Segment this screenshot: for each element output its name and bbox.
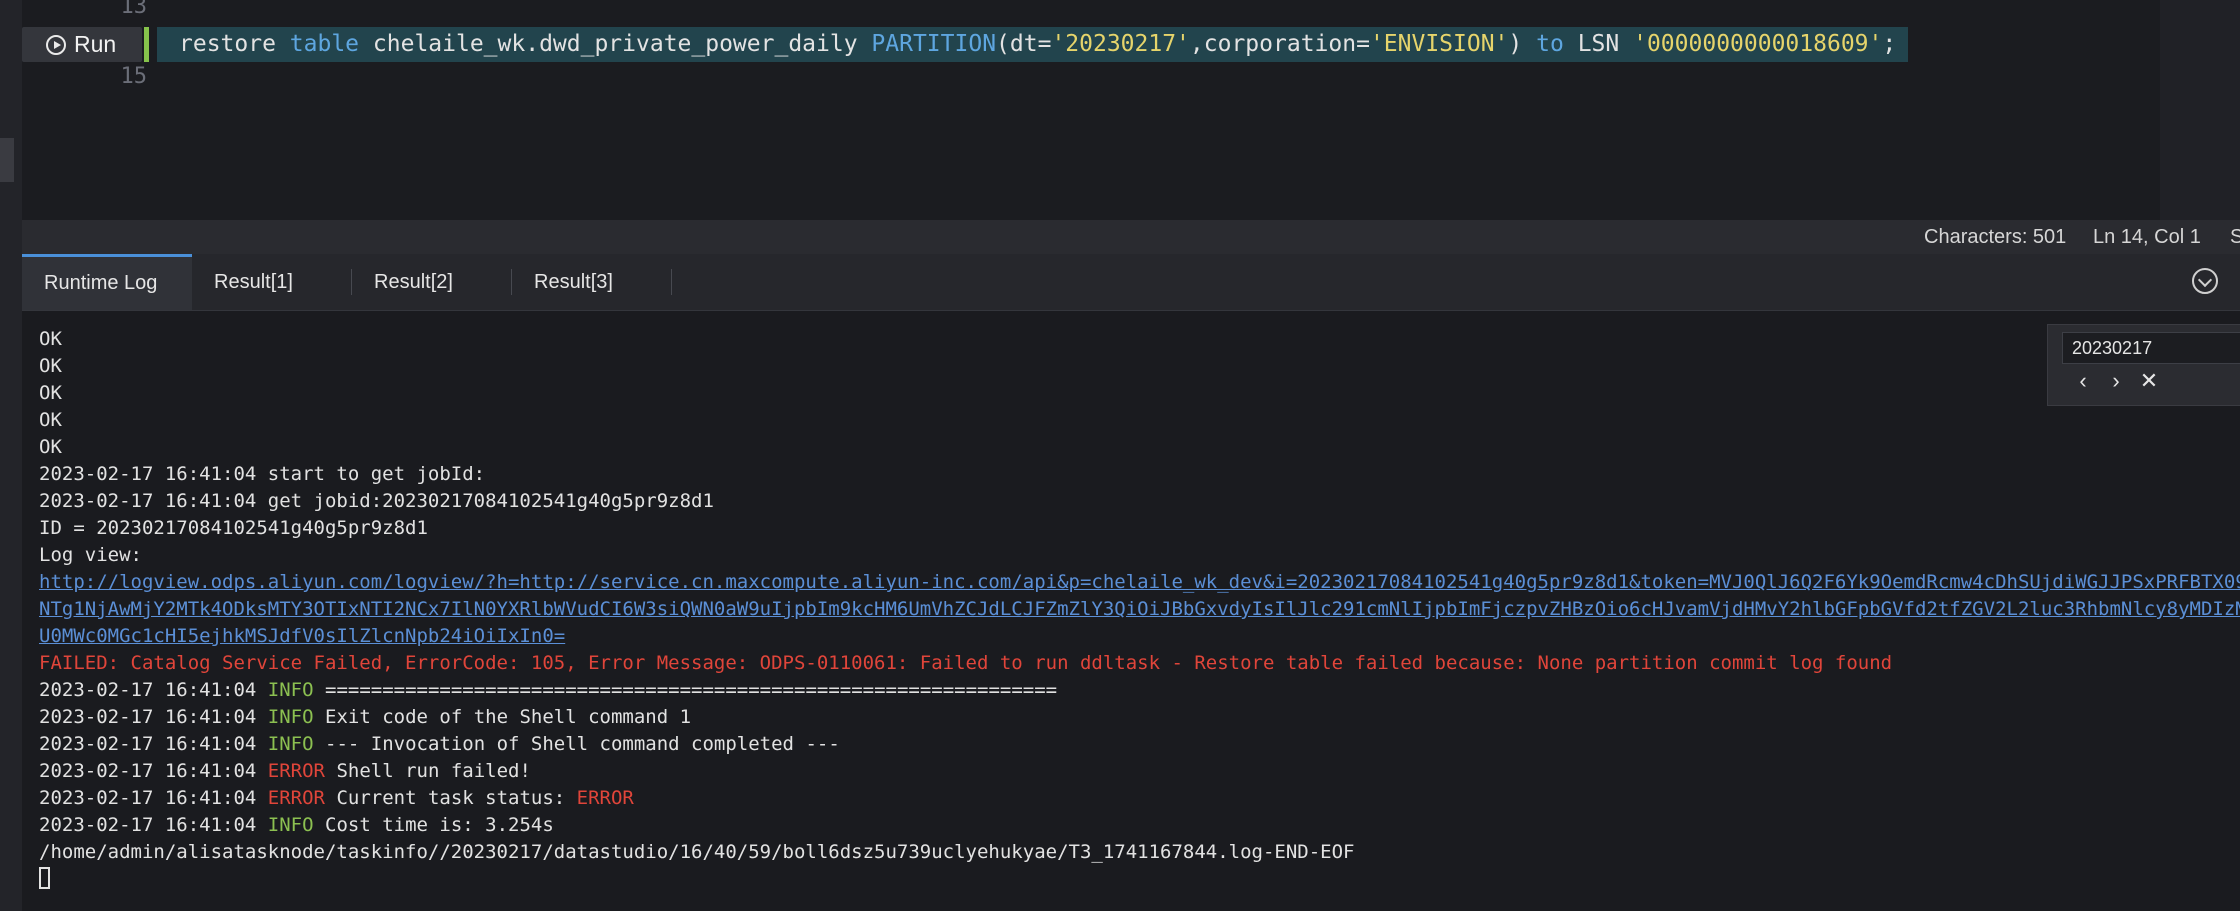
code-token: ) — [1508, 31, 1523, 57]
chevron-left-icon[interactable]: ‹ — [2070, 368, 2096, 394]
sidebar-marker — [0, 138, 14, 182]
error-message: FAILED: Catalog Service Failed, ErrorCod… — [39, 652, 1893, 674]
code-token: ; — [1882, 31, 1897, 57]
timestamp: 2023-02-17 16:41:04 — [39, 760, 257, 782]
code-token: LSN — [1577, 31, 1620, 57]
tab-result-2[interactable]: Result[2] — [352, 254, 512, 310]
code-token: '20230217' — [1051, 31, 1190, 57]
timestamp: 2023-02-17 16:41:04 — [39, 733, 257, 755]
logview-link[interactable]: U0MWc0MGc1cHI5ejhkMSJdfV0sIlZlcnNpb24iOi… — [39, 623, 565, 650]
log-level: INFO — [267, 733, 314, 755]
log-line: 2023-02-17 16:41:04 INFO ===============… — [39, 677, 1057, 704]
editor-scrollbar[interactable] — [2160, 0, 2240, 220]
log-path: /home/admin/alisatasknode/taskinfo//2023… — [39, 841, 1355, 863]
code-token: to — [1536, 31, 1564, 57]
log-line: OK — [39, 328, 62, 350]
code-line[interactable]: restore table chelaile_wk.dwd_private_po… — [157, 27, 1909, 62]
modified-line-marker — [144, 27, 149, 62]
logview-link[interactable]: NTg1NjAwMjY2MTk4ODksMTY3OTIxNTI2NCx7IlN0… — [39, 596, 2240, 623]
line-gutter: 13 15 Run — [22, 0, 157, 220]
collapse-panel-icon[interactable] — [2192, 268, 2218, 294]
timestamp: 2023-02-17 16:41:04 — [39, 787, 257, 809]
log-line: 2023-02-17 16:41:04 get jobid:2023021708… — [39, 490, 714, 512]
run-button[interactable]: Run — [22, 27, 142, 62]
log-line: Log view: — [39, 544, 142, 566]
code-token: PARTITION — [871, 31, 997, 57]
line-number: 13 — [120, 0, 148, 19]
code-token: 'ENVISION' — [1369, 31, 1509, 57]
code-token: ,corporation= — [1189, 31, 1370, 57]
log-line: ID = 20230217084102541g40g5pr9z8d1 — [39, 517, 428, 539]
status-value: ERROR — [576, 787, 634, 809]
log-line: 2023-02-17 16:41:04 INFO --- Invocation … — [39, 731, 840, 758]
tab-label: Runtime Log — [44, 272, 158, 294]
code-token: chelaile_wk.dwd_private_power_daily — [372, 31, 858, 57]
log-level: INFO — [267, 706, 314, 728]
log-line: OK — [39, 409, 62, 431]
tab-result-1[interactable]: Result[1] — [192, 254, 352, 310]
close-icon[interactable]: ✕ — [2136, 368, 2162, 394]
log-level: ERROR — [267, 760, 325, 782]
log-line: OK — [39, 355, 62, 377]
log-line: 2023-02-17 16:41:04 ERROR Current task s… — [39, 785, 634, 812]
log-line: 2023-02-17 16:41:04 ERROR Shell run fail… — [39, 758, 531, 785]
log-line: OK — [39, 436, 62, 458]
log-text: ========================================… — [313, 679, 1058, 701]
code-token: restore — [179, 31, 276, 57]
log-line: 2023-02-17 16:41:04 INFO Cost time is: 3… — [39, 812, 554, 839]
cursor-position: Ln 14, Col 1 — [2093, 226, 2201, 248]
code-token: table — [289, 31, 360, 57]
log-text: Current task status: — [325, 787, 577, 809]
tab-result-3[interactable]: Result[3] — [512, 254, 672, 310]
code-token: (dt= — [996, 31, 1052, 57]
terminal-cursor — [39, 867, 50, 889]
chevron-right-icon[interactable]: › — [2103, 368, 2129, 394]
log-line: OK — [39, 382, 62, 404]
log-level: ERROR — [267, 787, 325, 809]
tab-runtime-log[interactable]: Runtime Log — [22, 254, 192, 310]
left-sidebar — [0, 0, 23, 911]
runtime-log[interactable]: OK OK OK OK OK 2023-02-17 16:41:04 start… — [22, 311, 2240, 911]
status-extra: Sp — [2230, 226, 2240, 248]
log-text: Cost time is: 3.254s — [313, 814, 554, 836]
code-editor[interactable]: 13 15 Run restore table chelaile_wk.dwd_… — [22, 0, 2240, 220]
timestamp: 2023-02-17 16:41:04 — [39, 679, 257, 701]
log-level: INFO — [267, 814, 314, 836]
log-level: INFO — [267, 679, 314, 701]
character-count: Characters: 501 — [1924, 226, 2067, 248]
log-line: 2023-02-17 16:41:04 INFO Exit code of th… — [39, 704, 691, 731]
find-widget: ‹ › ✕ — [2047, 324, 2240, 406]
find-input[interactable] — [2062, 332, 2240, 364]
log-text: Shell run failed! — [325, 760, 531, 782]
tab-label: Result[1] — [214, 271, 293, 293]
run-label: Run — [74, 31, 117, 57]
line-number: 15 — [120, 64, 148, 89]
code-token: '0000000000018609' — [1633, 31, 1883, 57]
log-line: 2023-02-17 16:41:04 start to get jobId: — [39, 463, 486, 485]
timestamp: 2023-02-17 16:41:04 — [39, 814, 257, 836]
log-text: --- Invocation of Shell command complete… — [313, 733, 840, 755]
tab-label: Result[2] — [374, 271, 453, 293]
play-icon — [46, 34, 66, 55]
tab-label: Result[3] — [534, 271, 613, 293]
log-text: Exit code of the Shell command 1 — [313, 706, 692, 728]
status-bar: Characters: 501 Ln 14, Col 1 Sp — [22, 220, 2240, 254]
output-tab-bar: Runtime Log Result[1] Result[2] Result[3… — [22, 254, 2240, 311]
timestamp: 2023-02-17 16:41:04 — [39, 706, 257, 728]
logview-link[interactable]: http://logview.odps.aliyun.com/logview/?… — [39, 569, 2240, 596]
